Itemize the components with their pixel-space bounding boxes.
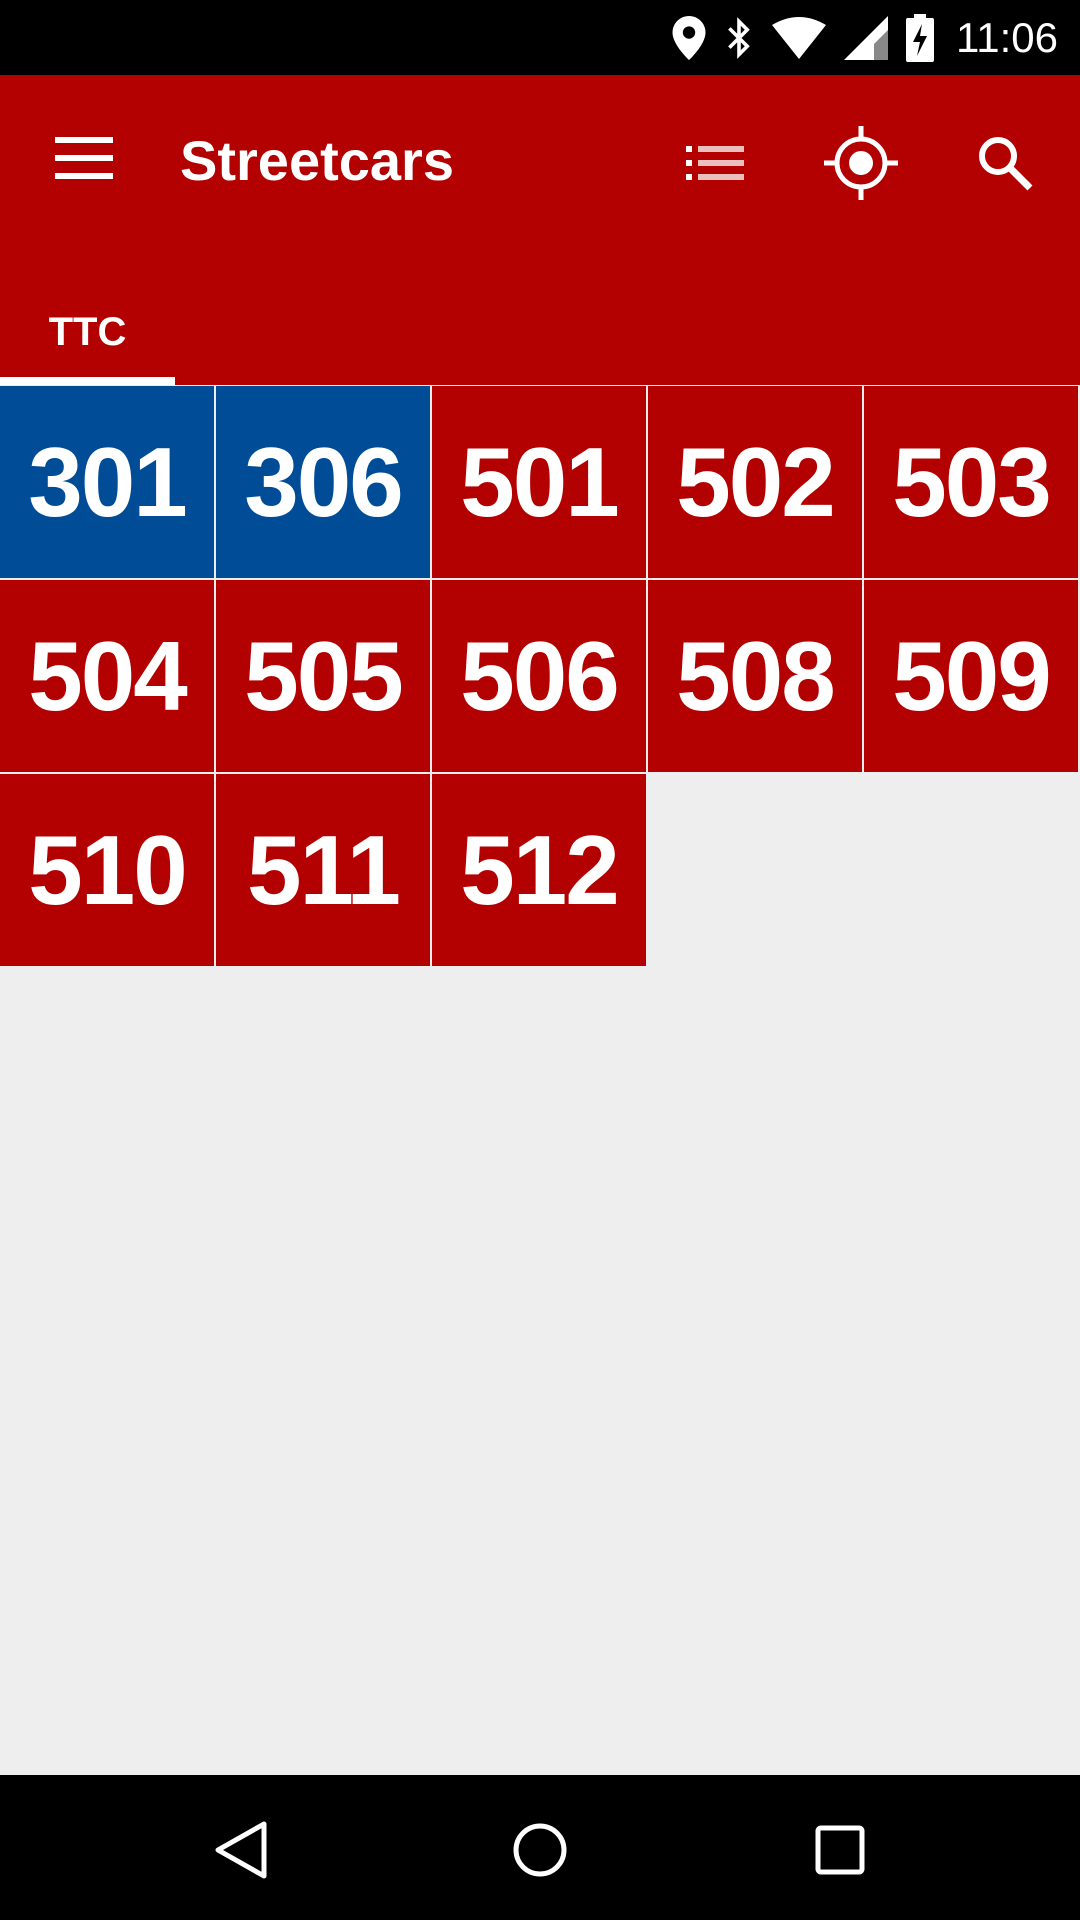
route-tile-502[interactable]: 502 — [648, 386, 862, 578]
route-tile-501[interactable]: 501 — [432, 386, 646, 578]
route-tile-510[interactable]: 510 — [0, 774, 214, 966]
home-icon[interactable] — [485, 1795, 595, 1905]
route-tile-506[interactable]: 506 — [432, 580, 646, 772]
location-icon — [672, 15, 706, 60]
system-nav-bar — [0, 1775, 1080, 1920]
route-tile-509[interactable]: 509 — [864, 580, 1078, 772]
back-icon[interactable] — [185, 1795, 295, 1905]
wifi-icon — [772, 16, 826, 59]
route-tile-512[interactable]: 512 — [432, 774, 646, 966]
hamburger-menu-icon[interactable] — [44, 118, 124, 198]
route-tile-505[interactable]: 505 — [216, 580, 430, 772]
status-bar: 11:06 — [0, 0, 1080, 75]
status-icons: 11:06 — [654, 0, 1058, 75]
search-icon[interactable] — [960, 118, 1050, 208]
tab-ttc[interactable]: TTC — [0, 280, 175, 385]
tab-label: TTC — [48, 310, 127, 354]
recents-icon[interactable] — [785, 1795, 895, 1905]
tab-indicator — [0, 377, 175, 385]
route-tile-306[interactable]: 306 — [216, 386, 430, 578]
bluetooth-icon — [724, 16, 754, 60]
route-tile-301[interactable]: 301 — [0, 386, 214, 578]
my-location-icon[interactable] — [816, 118, 906, 208]
status-time: 11:06 — [956, 13, 1058, 61]
route-tile-511[interactable]: 511 — [216, 774, 430, 966]
page-title: Streetcars — [180, 129, 454, 192]
route-tile-503[interactable]: 503 — [864, 386, 1078, 578]
route-tile-504[interactable]: 504 — [0, 580, 214, 772]
route-tile-508[interactable]: 508 — [648, 580, 862, 772]
signal-icon — [844, 15, 888, 60]
list-view-icon[interactable] — [670, 118, 760, 208]
battery-charging-icon — [906, 13, 934, 62]
